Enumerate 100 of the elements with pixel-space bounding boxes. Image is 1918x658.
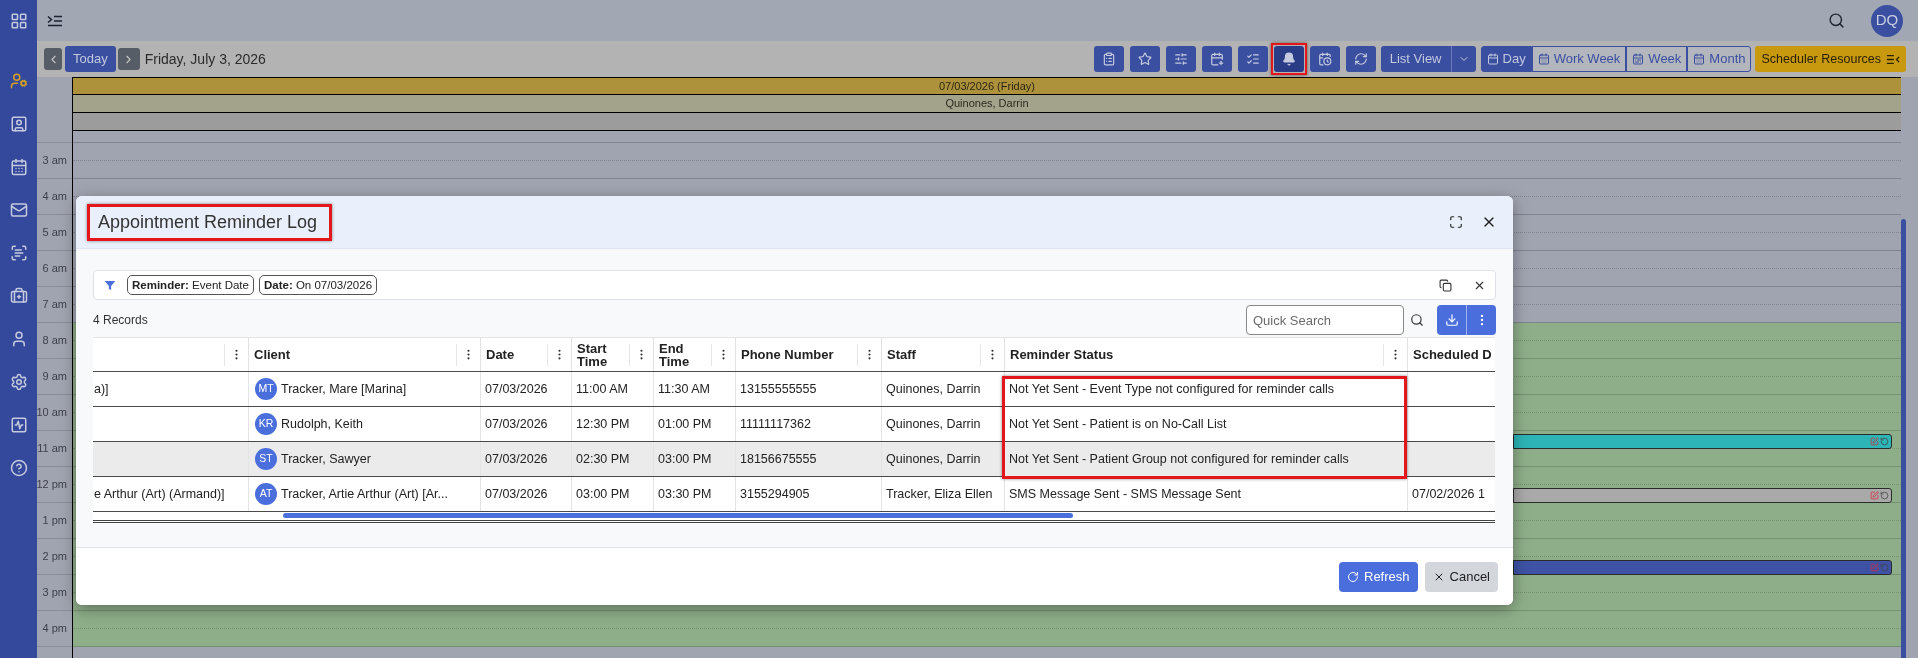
maximize-button[interactable] (1449, 215, 1463, 229)
client-name: Rudolph, Keith (281, 415, 363, 433)
client-avatar: ST (255, 448, 277, 470)
calendar-grid-icon (1693, 53, 1706, 65)
view-tab[interactable]: Work Week (1531, 46, 1627, 72)
client-name: Tracker, Artie Arthur (Art) [Ar... (281, 485, 448, 503)
pen-square-icon (1870, 437, 1879, 446)
rotate-arrow-icon (1880, 563, 1889, 572)
table-cell: 11:00 AM (572, 372, 654, 406)
calendar-clock-icon (1317, 52, 1332, 66)
column-header[interactable]: Reminder Status (1005, 338, 1408, 371)
toolbar-button[interactable] (1201, 46, 1232, 72)
column-header[interactable]: Date (481, 338, 572, 371)
cancel-button[interactable]: Cancel (1424, 561, 1498, 592)
list-collapse-icon (1886, 53, 1900, 65)
toolbar-button[interactable] (1093, 46, 1124, 72)
time-label: 6 am (42, 261, 67, 277)
next-button[interactable] (117, 48, 140, 70)
table-row[interactable]: ST Tracker, Sawyer 07/03/2026 02:30 PM 03:00 PM 18156675555 Quinones, Darrin Not Yet Sent - Patient Group not configured for reminder calls (93, 442, 1495, 477)
time-label: 7 am (42, 297, 67, 313)
table-cell: Quinones, Darrin (882, 372, 1005, 406)
table-cell: 07/03/2026 (481, 477, 572, 511)
calendar-plus-icon (1209, 52, 1224, 66)
table-row[interactable]: e Arthur (Art) (Armand)] AT Tracker, Artie Arthur (Art) [Ar... 07/03/2026 03:00 PM 03:30 PM 3155294905 Tracker, Eliza Ellen SMS Message Sent - SMS Message Sent 07/02/2026 1 (93, 477, 1495, 512)
table-cell: 01:00 PM (654, 407, 736, 441)
copy-icon (1439, 278, 1452, 292)
column-title: Reminder Status (1010, 348, 1115, 361)
table-row[interactable]: KR Rudolph, Keith 07/03/2026 12:30 PM 01:00 PM 11111117362 Quinones, Darrin Not Yet Sent - Patient is on No-Call List (93, 407, 1495, 442)
time-label: 4 pm (42, 621, 67, 637)
table-row[interactable]: a)] MT Tracker, Mare [Marina] 07/03/2026 11:00 AM 11:30 AM 13155555555 Quinones, Darrin Not Yet Sent - Event Type not configured for reminder calls (93, 372, 1495, 407)
copy-button[interactable] (1439, 278, 1452, 292)
table-cell: 12:30 PM (572, 407, 654, 441)
column-title: Staff (887, 348, 917, 361)
client-avatar: KR (255, 413, 277, 435)
refresh-button[interactable]: Refresh (1339, 561, 1418, 592)
calendar-icon (9, 158, 28, 176)
refresh-icon (1353, 52, 1368, 66)
column-title: Phone Number (741, 348, 835, 361)
date-header: 07/03/2026 (Friday) (73, 77, 1901, 95)
time-label: 3 pm (42, 585, 67, 601)
pen-square-icon (1870, 563, 1879, 572)
table-cell: 03:00 PM (572, 477, 654, 511)
scrollbar-thumb[interactable] (1901, 219, 1906, 658)
view-tab[interactable]: Month (1687, 46, 1752, 72)
table-cell: 07/03/2026 (481, 442, 572, 476)
client-name: Tracker, Mare [Marina] (281, 380, 407, 398)
search-icon (1410, 313, 1424, 327)
search-icon (1828, 12, 1845, 29)
column-header[interactable]: Staff (882, 338, 1005, 371)
filter-chip[interactable]: Reminder: Event Date (127, 275, 254, 295)
toolbar-button[interactable] (1129, 46, 1160, 72)
menu-toggle-button[interactable] (46, 13, 64, 28)
download-icon (1444, 313, 1459, 327)
refresh-icon (1347, 570, 1359, 583)
toolbar-button[interactable] (1345, 46, 1376, 72)
view-tab[interactable]: Day (1480, 46, 1532, 72)
calendar-icon (1486, 53, 1499, 65)
table-cell: 02:30 PM (572, 442, 654, 476)
table-cell: 13155555555 (736, 372, 882, 406)
table-cell: 07/03/2026 (481, 372, 572, 406)
previous-button[interactable] (44, 48, 62, 70)
mail-icon (9, 201, 28, 219)
toolbar-button[interactable] (1165, 46, 1196, 72)
scrollbar-thumb[interactable] (283, 513, 1073, 518)
column-header[interactable]: Start Time (572, 338, 654, 371)
column-header[interactable]: Phone Number (736, 338, 882, 371)
today-button[interactable]: Today (65, 46, 116, 72)
scheduler-resources-button[interactable]: Scheduler Resources (1755, 46, 1906, 72)
calendar-range-icon (1632, 53, 1645, 65)
toolbar-button[interactable] (1237, 46, 1268, 72)
pen-square-icon (1870, 491, 1879, 500)
table-cell: 03:00 PM (654, 442, 736, 476)
search-button[interactable] (1410, 313, 1424, 327)
filter-icon (104, 279, 116, 291)
user-avatar[interactable]: DQ (1871, 4, 1903, 37)
time-label: 3 am (42, 153, 67, 169)
client-name: Tracker, Sawyer (281, 450, 371, 468)
more-options-button[interactable] (1467, 305, 1496, 335)
table-cell: Quinones, Darrin (882, 442, 1005, 476)
column-header[interactable]: End Time (654, 338, 736, 371)
filter-chip[interactable]: Date: On 07/03/2026 (258, 275, 378, 295)
rotate-arrow-icon (1880, 491, 1889, 500)
view-tab[interactable]: Week (1626, 46, 1688, 72)
rotate-arrow-icon (1880, 437, 1889, 446)
table-cell: e Arthur (Art) (Armand)] (93, 477, 249, 511)
appointment-bar[interactable] (1513, 488, 1892, 503)
column-title: Start Time (577, 341, 609, 368)
contact-card-icon (9, 115, 28, 133)
toolbar-button[interactable] (1309, 46, 1340, 72)
search-button[interactable] (1828, 12, 1845, 29)
calendar-grid-icon (1537, 53, 1550, 65)
search-field[interactable]: Quick Search (1246, 305, 1404, 335)
clipboard-list-icon (1101, 52, 1116, 66)
list-view-button[interactable]: List View (1380, 46, 1452, 72)
column-header[interactable]: Client (249, 338, 481, 371)
column-header[interactable]: Scheduled D (1408, 338, 1495, 371)
client-avatar: MT (255, 378, 277, 400)
settings-icon (9, 373, 28, 391)
download-button[interactable] (1437, 305, 1467, 335)
appointment-bar[interactable] (1513, 434, 1892, 449)
